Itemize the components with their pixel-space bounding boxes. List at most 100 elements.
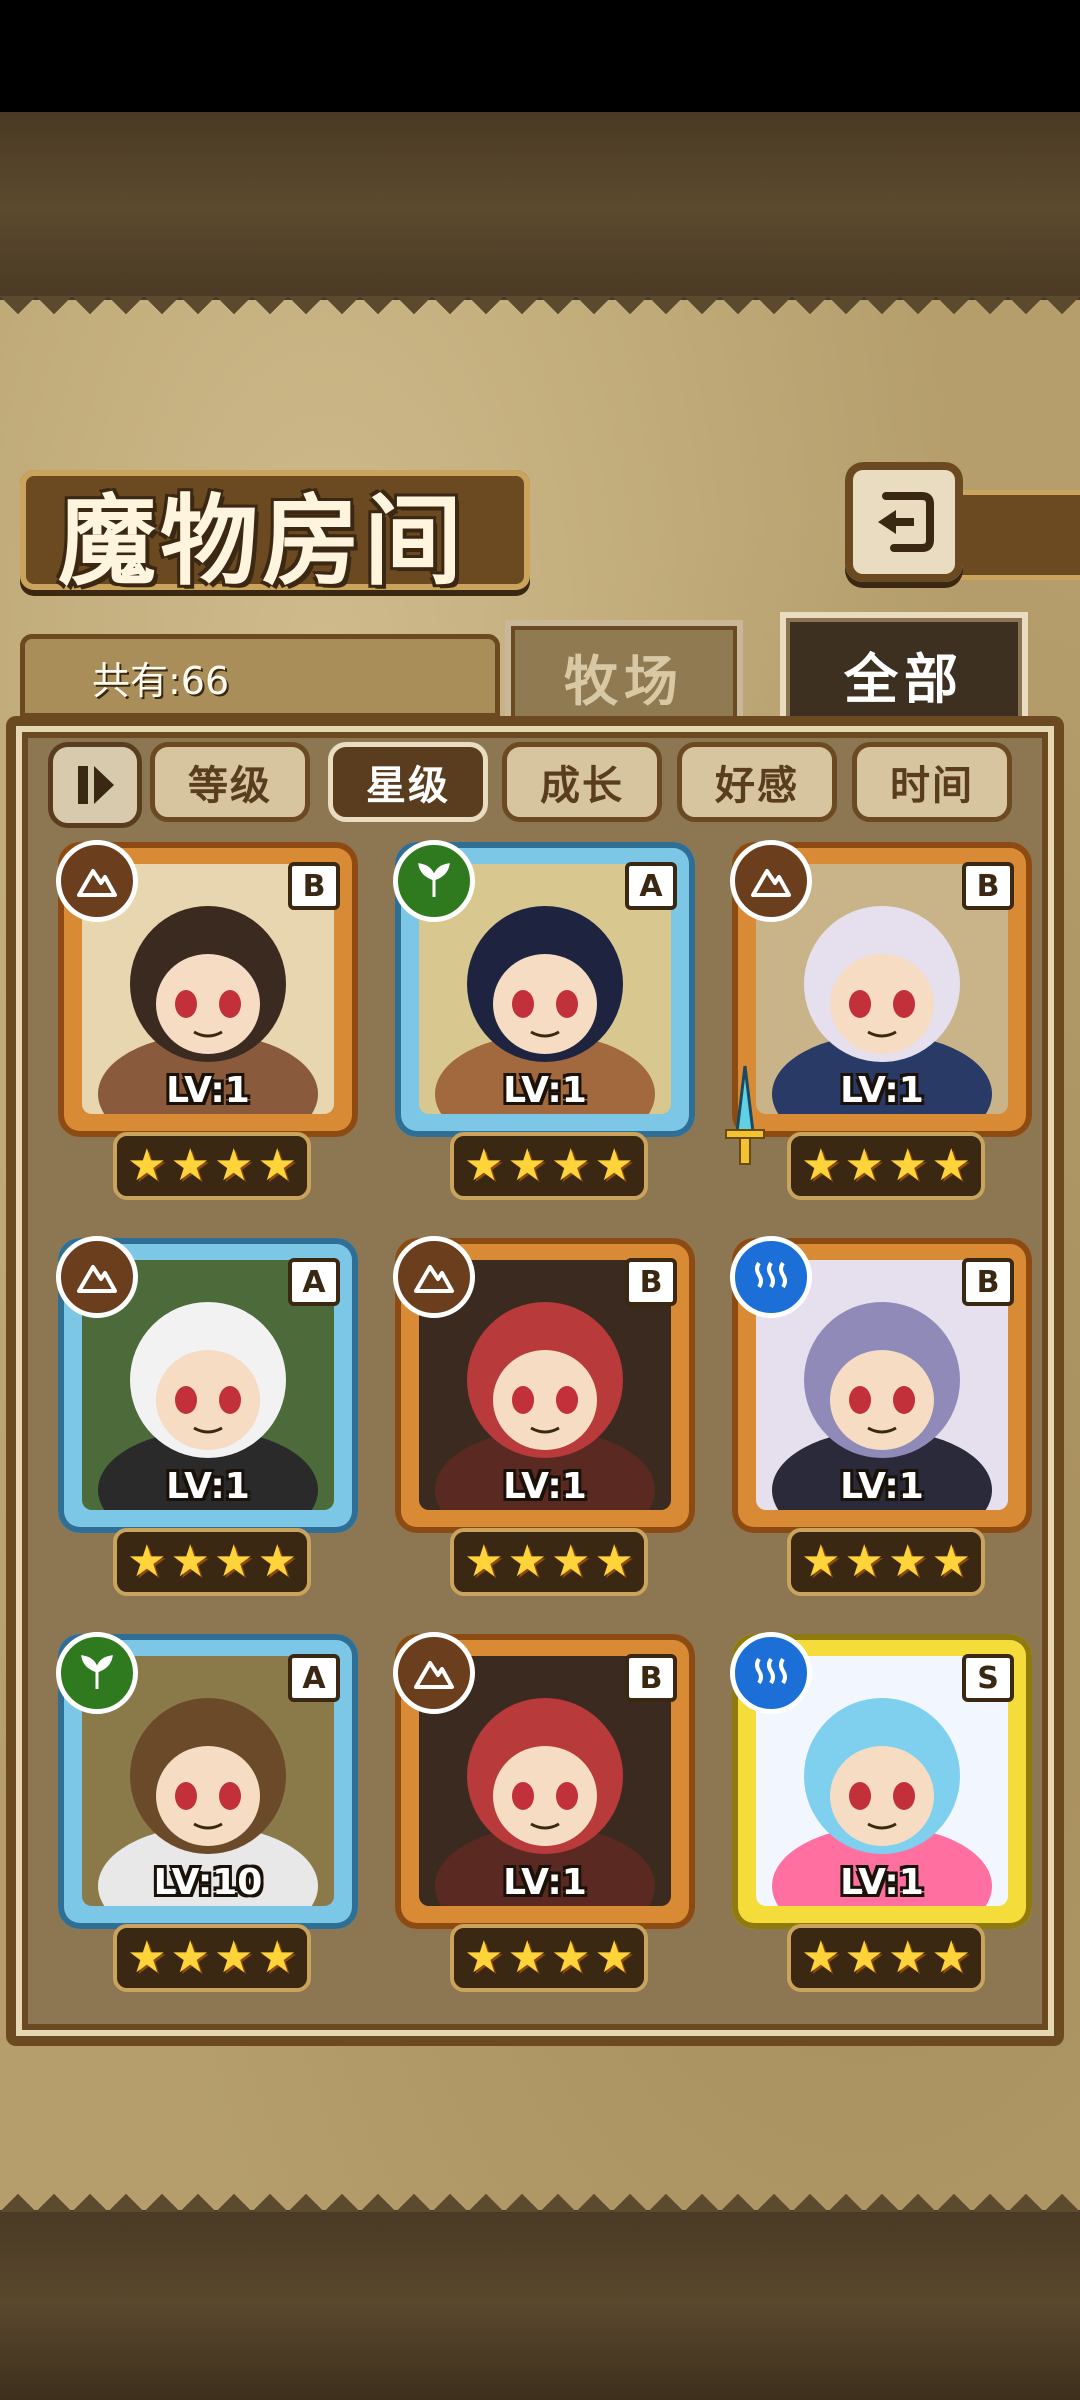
leaf-icon xyxy=(393,840,475,922)
star-rating: ★ ★ ★ ★ xyxy=(113,1528,311,1596)
rank-badge: A xyxy=(625,862,677,910)
star-icon: ★ xyxy=(844,1140,884,1191)
monster-level: LV:1 xyxy=(503,1862,587,1903)
star-rating: ★ ★ ★ ★ xyxy=(113,1924,311,1992)
sort-by-growth-button[interactable]: 成长 xyxy=(502,742,662,822)
water-icon xyxy=(730,1236,812,1318)
star-icon: ★ xyxy=(551,1140,591,1191)
star-icon: ★ xyxy=(801,1536,841,1587)
monster-count: 共有:66 xyxy=(92,659,230,703)
star-icon: ★ xyxy=(170,1932,210,1983)
back-strip xyxy=(960,490,1080,580)
torn-edge-bottom xyxy=(0,2176,1080,2212)
monster-level: LV:10 xyxy=(153,1862,263,1903)
torn-edge-top xyxy=(0,296,1080,332)
star-icon: ★ xyxy=(464,1932,504,1983)
monster-level: LV:1 xyxy=(840,1070,924,1111)
monster-level: LV:1 xyxy=(503,1070,587,1111)
star-icon: ★ xyxy=(801,1140,841,1191)
monster-card[interactable]: B LV:1 ★ ★ ★ ★ xyxy=(56,840,358,1200)
rank-badge: A xyxy=(288,1654,340,1702)
monster-level: LV:1 xyxy=(166,1466,250,1507)
star-icon: ★ xyxy=(931,1536,971,1587)
monster-card[interactable]: B LV:1 ★ ★ ★ ★ xyxy=(730,1236,1032,1596)
star-icon: ★ xyxy=(507,1932,547,1983)
star-icon: ★ xyxy=(551,1932,591,1983)
tab-ranch[interactable]: 牧场 xyxy=(505,620,743,726)
star-rating: ★ ★ ★ ★ xyxy=(787,1924,985,1992)
star-icon: ★ xyxy=(170,1140,210,1191)
rank-badge: B xyxy=(288,862,340,910)
sort-order-toggle[interactable] xyxy=(48,742,142,828)
star-icon: ★ xyxy=(214,1932,254,1983)
earth-icon xyxy=(730,840,812,922)
star-icon: ★ xyxy=(127,1536,167,1587)
monster-card[interactable]: B LV:1 ★ ★ ★ ★ xyxy=(393,1236,695,1596)
star-rating: ★ ★ ★ ★ xyxy=(450,1132,648,1200)
rank-badge: B xyxy=(962,862,1014,910)
star-icon: ★ xyxy=(507,1140,547,1191)
sort-by-star-button[interactable]: 星级 xyxy=(328,742,488,822)
rank-badge: B xyxy=(625,1654,677,1702)
sort-by-level-button[interactable]: 等级 xyxy=(150,742,310,822)
earth-icon xyxy=(56,840,138,922)
page-title: 魔物房间 xyxy=(58,484,467,599)
map-background-top xyxy=(0,112,1080,302)
star-icon: ★ xyxy=(888,1140,928,1191)
earth-icon xyxy=(56,1236,138,1318)
star-icon: ★ xyxy=(594,1140,634,1191)
star-icon: ★ xyxy=(888,1932,928,1983)
tab-all[interactable]: 全部 xyxy=(780,612,1028,730)
rank-badge: B xyxy=(962,1258,1014,1306)
sort-by-time-button[interactable]: 时间 xyxy=(852,742,1012,822)
sword-icon xyxy=(725,1065,765,1165)
back-button[interactable] xyxy=(845,462,963,582)
monster-level: LV:1 xyxy=(166,1070,250,1111)
star-icon: ★ xyxy=(170,1536,210,1587)
star-icon: ★ xyxy=(888,1536,928,1587)
star-rating: ★ ★ ★ ★ xyxy=(450,1924,648,1992)
star-icon: ★ xyxy=(464,1140,504,1191)
star-icon: ★ xyxy=(214,1536,254,1587)
star-icon: ★ xyxy=(931,1140,971,1191)
earth-icon xyxy=(393,1632,475,1714)
rank-badge: B xyxy=(625,1258,677,1306)
monster-card[interactable]: B LV:1 ★ ★ ★ ★ xyxy=(725,840,1032,1200)
sort-order-icon xyxy=(78,766,114,804)
star-rating: ★ ★ ★ ★ xyxy=(113,1132,311,1200)
monster-level: LV:1 xyxy=(503,1466,587,1507)
star-icon: ★ xyxy=(551,1536,591,1587)
star-icon: ★ xyxy=(127,1140,167,1191)
monster-card[interactable]: B LV:1 ★ ★ ★ ★ xyxy=(393,1632,695,1992)
star-rating: ★ ★ ★ ★ xyxy=(787,1132,985,1200)
star-icon: ★ xyxy=(257,1932,297,1983)
star-icon: ★ xyxy=(594,1932,634,1983)
star-icon: ★ xyxy=(257,1536,297,1587)
sort-by-affinity-button[interactable]: 好感 xyxy=(677,742,837,822)
star-icon: ★ xyxy=(801,1932,841,1983)
star-icon: ★ xyxy=(214,1140,254,1191)
monster-card[interactable]: A LV:1 ★ ★ ★ ★ xyxy=(56,1236,358,1596)
rank-badge: S xyxy=(962,1654,1014,1702)
monster-level: LV:1 xyxy=(840,1466,924,1507)
status-bar xyxy=(0,0,1080,112)
star-icon: ★ xyxy=(257,1140,297,1191)
monster-card[interactable]: S LV:1 ★ ★ ★ ★ xyxy=(730,1632,1032,1992)
star-icon: ★ xyxy=(594,1536,634,1587)
star-rating: ★ ★ ★ ★ xyxy=(787,1528,985,1596)
star-icon: ★ xyxy=(127,1932,167,1983)
back-arrow-icon xyxy=(878,492,934,552)
map-background-bottom xyxy=(0,2210,1080,2400)
star-icon: ★ xyxy=(844,1932,884,1983)
monster-card[interactable]: A LV:1 ★ ★ ★ ★ xyxy=(393,840,695,1200)
monster-card[interactable]: A LV:10 ★ ★ ★ ★ xyxy=(56,1632,358,1992)
star-rating: ★ ★ ★ ★ xyxy=(450,1528,648,1596)
water-icon xyxy=(730,1632,812,1714)
star-icon: ★ xyxy=(931,1932,971,1983)
earth-icon xyxy=(393,1236,475,1318)
star-icon: ★ xyxy=(507,1536,547,1587)
monster-level: LV:1 xyxy=(840,1862,924,1903)
star-icon: ★ xyxy=(464,1536,504,1587)
star-icon: ★ xyxy=(844,1536,884,1587)
leaf-icon xyxy=(56,1632,138,1714)
